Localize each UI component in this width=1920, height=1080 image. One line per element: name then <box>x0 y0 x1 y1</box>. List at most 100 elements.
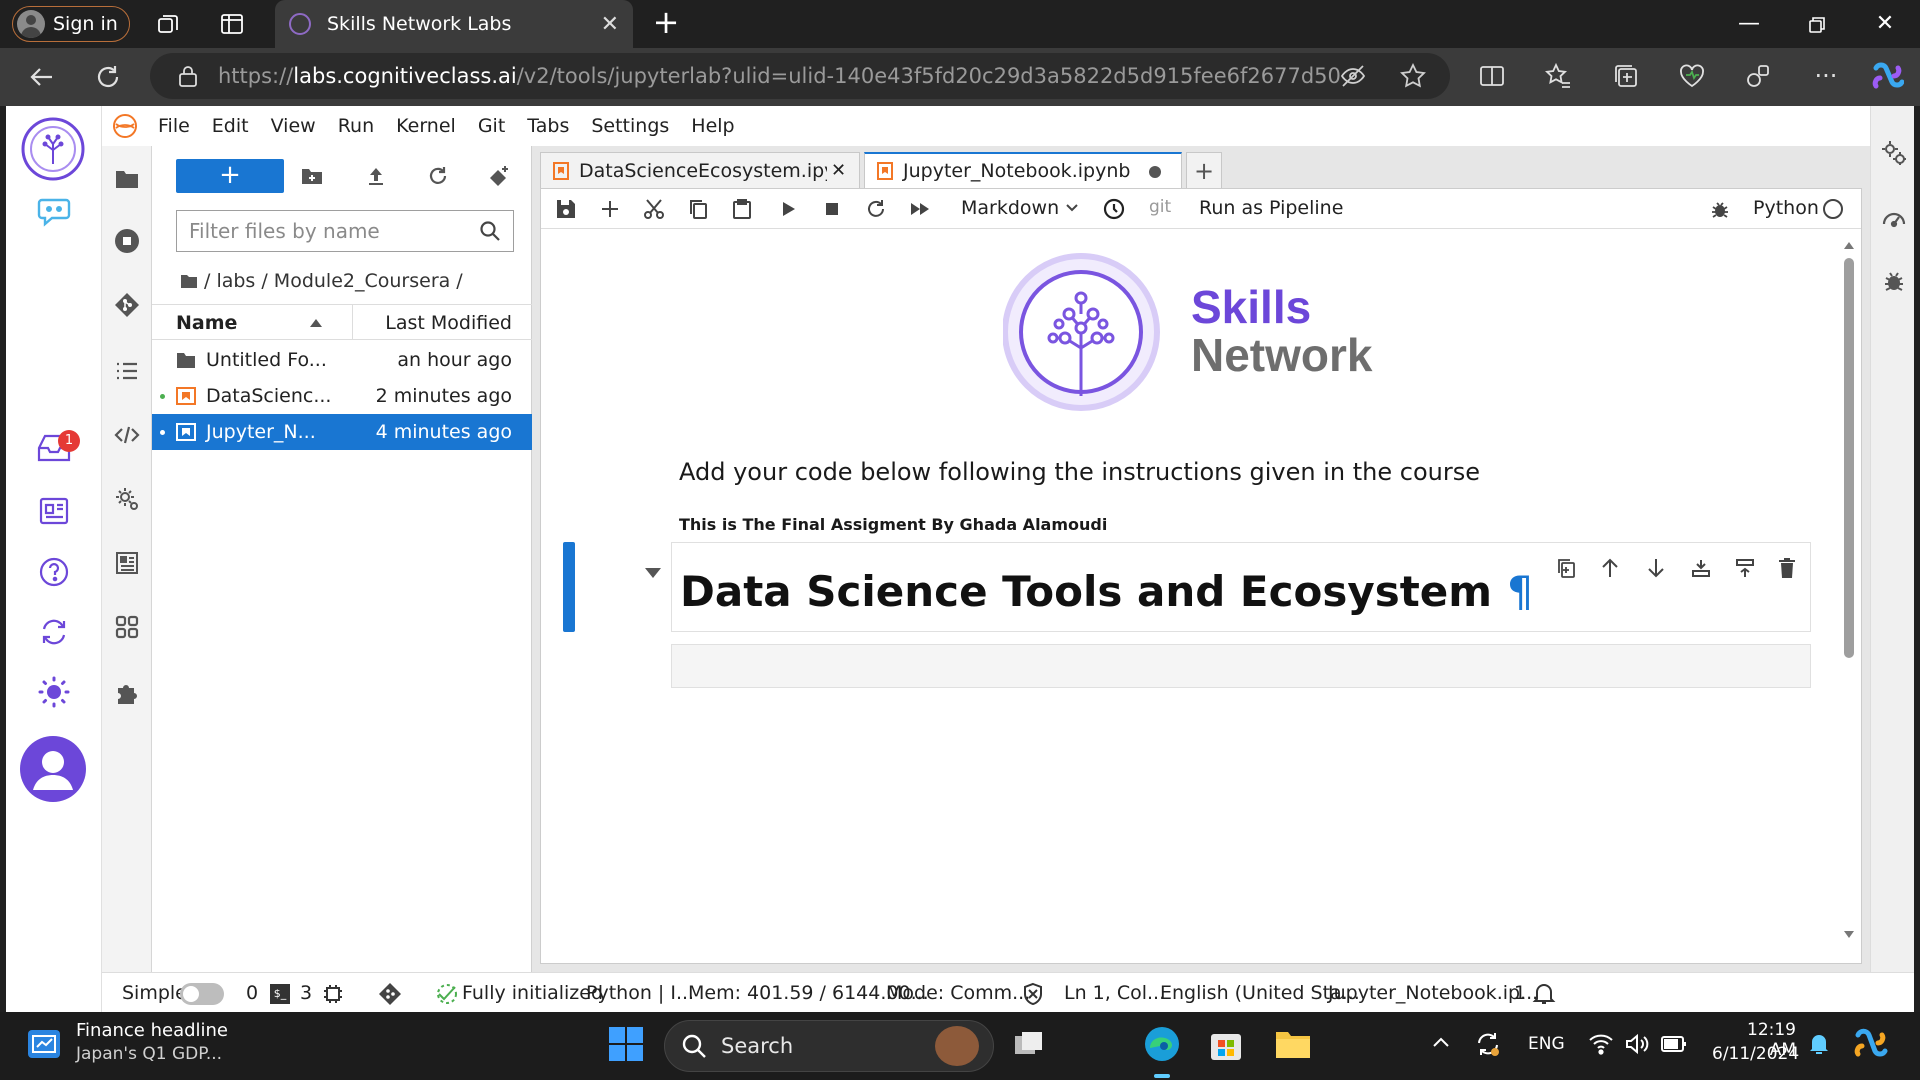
refresh-files-icon[interactable] <box>426 164 452 190</box>
kernel-count[interactable]: 3 <box>300 982 312 1004</box>
interrupt-kernel-icon[interactable] <box>821 198 843 220</box>
scroll-down-icon[interactable] <box>1843 928 1855 940</box>
news-widget-icon[interactable] <box>28 1030 60 1058</box>
user-avatar-icon[interactable] <box>20 736 86 802</box>
scroll-up-icon[interactable] <box>1843 240 1855 252</box>
favorite-star-icon[interactable] <box>1399 62 1431 94</box>
copy-icon[interactable] <box>687 198 709 220</box>
paste-icon[interactable] <box>731 198 753 220</box>
chevron-down-icon[interactable] <box>1065 203 1079 213</box>
move-up-icon[interactable] <box>1600 557 1620 579</box>
table-of-contents-icon[interactable] <box>114 358 140 384</box>
empty-code-cell[interactable] <box>671 644 1811 688</box>
cell-type-select[interactable]: Markdown <box>961 197 1059 219</box>
delete-cell-icon[interactable] <box>1778 557 1796 579</box>
minimize-icon[interactable]: — <box>1734 10 1764 40</box>
tracking-prevention-icon[interactable] <box>1339 62 1371 94</box>
skills-network-logo-icon[interactable] <box>20 116 86 182</box>
tab-jupyter-notebook[interactable]: Jupyter_Notebook.ipynb <box>864 152 1182 188</box>
tab-datascienceecosystem[interactable]: DataScienceEcosystem.ipynb ✕ <box>540 152 860 188</box>
kernel-name-status[interactable]: Python | I... <box>586 982 694 1004</box>
insert-above-icon[interactable] <box>1690 557 1712 579</box>
menu-git[interactable]: Git <box>478 115 505 137</box>
volume-icon[interactable] <box>1624 1032 1650 1056</box>
debugger-icon[interactable] <box>1709 198 1731 220</box>
running-sessions-icon[interactable] <box>114 228 140 254</box>
new-folder-icon[interactable] <box>300 164 326 190</box>
restore-icon[interactable] <box>1802 10 1832 40</box>
terminal-icon[interactable]: $_ <box>270 984 290 1004</box>
new-tab-button[interactable]: + <box>648 6 684 42</box>
notebook-mode[interactable]: Mode: Comm... <box>886 982 1030 1004</box>
run-as-pipeline-button[interactable]: Run as Pipeline <box>1199 197 1343 219</box>
insert-cell-icon[interactable] <box>599 198 621 220</box>
run-cell-icon[interactable] <box>777 198 799 220</box>
kernel-chip-icon[interactable] <box>322 983 344 1005</box>
document-icon[interactable] <box>38 496 70 526</box>
copilot-taskbar-icon[interactable] <box>1852 1026 1888 1062</box>
workspaces-icon[interactable] <box>156 11 182 37</box>
save-icon[interactable] <box>555 198 577 220</box>
sign-in-button[interactable]: Sign in <box>12 6 130 42</box>
code-snippets-icon[interactable] <box>114 422 140 448</box>
scroll-thumb[interactable] <box>1844 258 1854 658</box>
taskbar-search-box[interactable]: Search <box>664 1020 994 1072</box>
filter-files-field[interactable] <box>176 210 514 252</box>
new-launcher-button[interactable]: + <box>176 159 284 193</box>
favorites-icon[interactable] <box>1544 62 1576 94</box>
menu-kernel[interactable]: Kernel <box>396 115 456 137</box>
markdown-cell-heading[interactable]: Data Science Tools and Ecosystem ¶ <box>671 542 1811 632</box>
microsoft-store-icon[interactable] <box>1208 1026 1244 1062</box>
property-inspector-gear-icon[interactable] <box>1881 140 1907 166</box>
clock-date[interactable]: 6/11/2024 <box>1712 1044 1799 1064</box>
show-hidden-icons-icon[interactable] <box>1432 1036 1450 1048</box>
close-tab-icon[interactable]: ✕ <box>601 12 619 37</box>
notification-count[interactable]: 1 <box>1514 982 1526 1004</box>
news-widget-subtitle[interactable]: Japan's Q1 GDP... <box>76 1044 222 1064</box>
bell-icon[interactable] <box>1532 981 1556 1005</box>
column-modified-header[interactable]: Last Modified <box>385 312 512 334</box>
more-options-icon[interactable]: ··· <box>1810 62 1842 94</box>
file-explorer-icon[interactable] <box>1274 1026 1312 1062</box>
sort-ascending-icon[interactable] <box>310 319 322 327</box>
sync-icon[interactable] <box>38 616 70 648</box>
help-icon[interactable] <box>38 556 70 588</box>
file-row-untitled-folder[interactable]: Untitled Fo... an hour ago <box>152 342 532 378</box>
duplicate-cell-icon[interactable] <box>1556 557 1576 579</box>
collapse-heading-icon[interactable] <box>645 568 661 578</box>
filter-files-input[interactable] <box>189 219 469 243</box>
back-icon[interactable] <box>26 61 58 93</box>
column-name-header[interactable]: Name <box>176 312 237 334</box>
anchor-link[interactable]: ¶ <box>1507 567 1534 616</box>
menu-tabs[interactable]: Tabs <box>527 115 569 137</box>
battery-icon[interactable] <box>1660 1034 1688 1054</box>
browser-tab-active[interactable]: Skills Network Labs ✕ <box>275 0 633 48</box>
extensions-icon[interactable] <box>1744 62 1776 94</box>
git-icon[interactable] <box>114 292 140 318</box>
menu-run[interactable]: Run <box>338 115 374 137</box>
resource-usage-icon[interactable] <box>1880 204 1908 232</box>
task-view-icon[interactable] <box>1012 1028 1046 1060</box>
restart-kernel-icon[interactable] <box>865 198 887 220</box>
close-window-icon[interactable]: ✕ <box>1870 10 1900 40</box>
git-status-icon[interactable] <box>378 982 402 1006</box>
refresh-icon[interactable] <box>92 61 124 93</box>
terminal-count[interactable]: 0 <box>246 982 258 1004</box>
collections-icon[interactable] <box>1612 62 1644 94</box>
components-icon[interactable] <box>114 550 140 576</box>
restart-run-all-icon[interactable] <box>909 198 931 220</box>
git-clone-icon[interactable] <box>488 164 514 190</box>
scrollbar[interactable] <box>1843 240 1855 940</box>
simple-mode-toggle[interactable] <box>180 983 224 1005</box>
menu-help[interactable]: Help <box>691 115 734 137</box>
news-widget-title[interactable]: Finance headline <box>76 1020 228 1041</box>
file-row-datascience-notebook[interactable]: DataScienc... 2 minutes ago <box>152 378 532 414</box>
upload-icon[interactable] <box>364 164 390 190</box>
clock-icon[interactable] <box>1103 198 1125 220</box>
file-browser-icon[interactable] <box>114 166 140 192</box>
notifications-bell-icon[interactable] <box>1808 1032 1830 1056</box>
insert-below-icon[interactable] <box>1734 557 1756 579</box>
copilot-icon[interactable] <box>1870 60 1904 92</box>
input-language[interactable]: ENG <box>1528 1034 1565 1054</box>
wifi-icon[interactable] <box>1588 1032 1614 1056</box>
